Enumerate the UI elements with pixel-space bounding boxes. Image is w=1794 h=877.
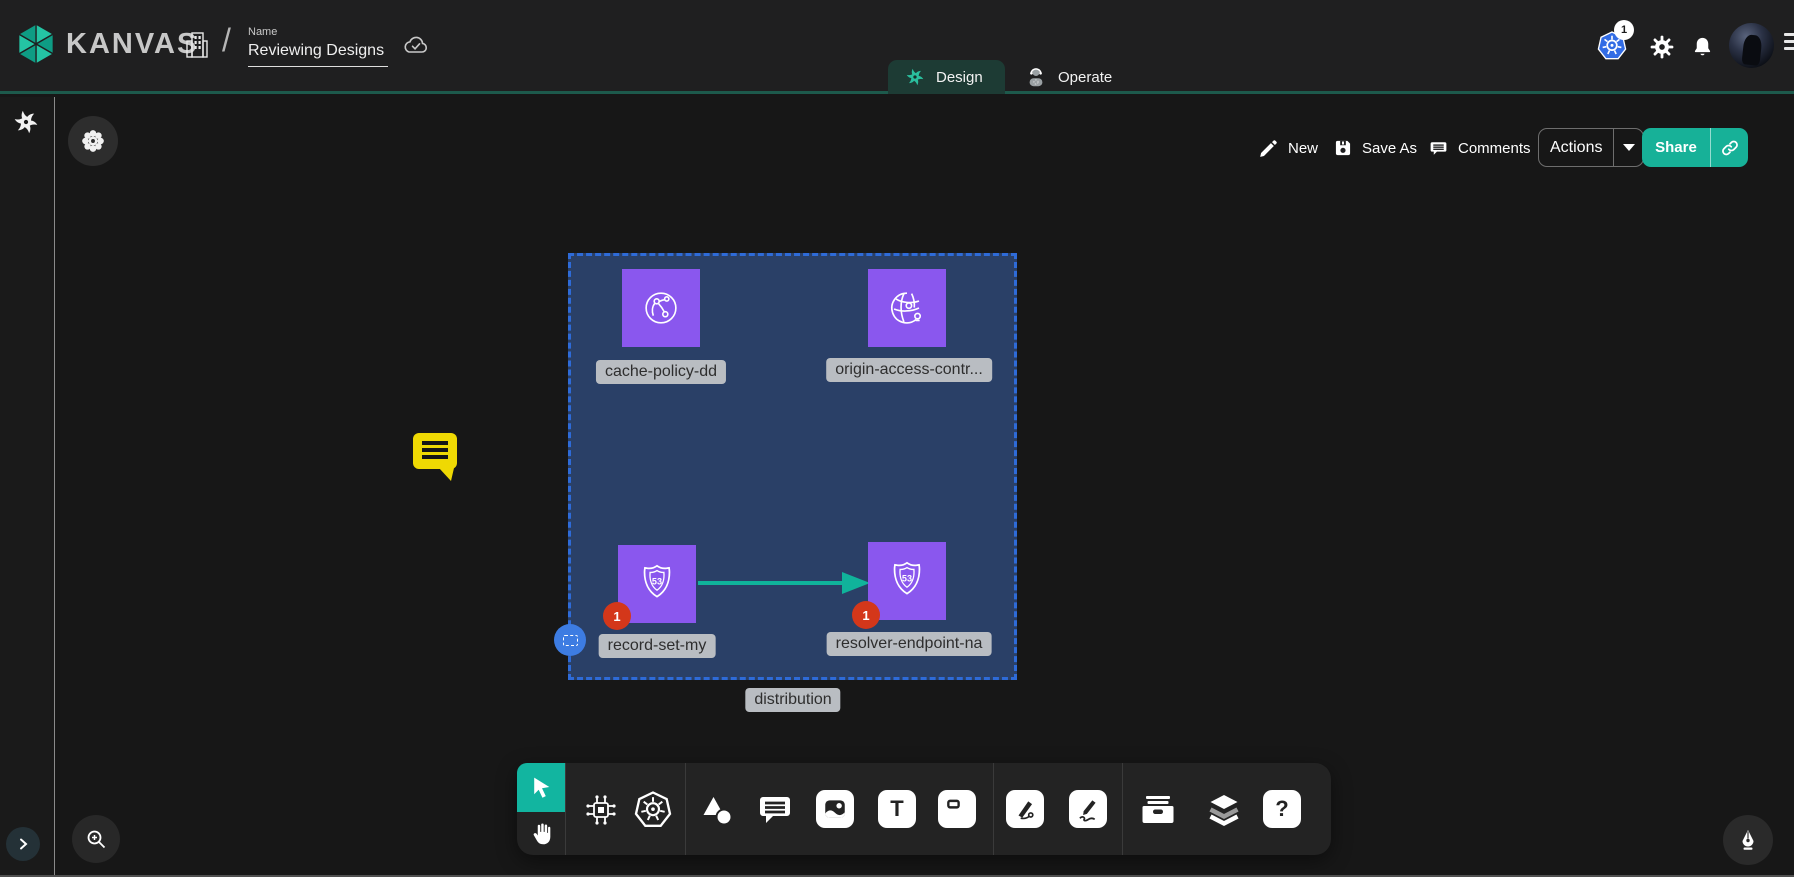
pen-nib-button[interactable]: [1723, 815, 1773, 865]
group-select-handle[interactable]: [554, 624, 586, 656]
new-button[interactable]: New: [1258, 128, 1318, 168]
node-label-record-set: record-set-my: [599, 634, 716, 658]
pen-tool[interactable]: [1006, 790, 1044, 828]
brand-name: KANVAS: [66, 28, 198, 61]
kubernetes-count-badge: 1: [1614, 20, 1634, 40]
node-label-resolver-endpoint: resolver-endpoint-na: [827, 632, 992, 656]
breadcrumb-separator: /: [222, 22, 231, 59]
tab-design[interactable]: Design: [888, 60, 1005, 94]
hand-tool[interactable]: [527, 819, 555, 849]
archive-tool[interactable]: [1138, 790, 1178, 830]
canvas-comment-marker[interactable]: [413, 433, 457, 469]
comment-marker-tail: [439, 468, 454, 481]
group-label-distribution: distribution: [745, 688, 840, 712]
comments-button[interactable]: Comments: [1428, 128, 1531, 168]
node-origin-access-control[interactable]: [868, 269, 946, 347]
name-field-label: Name: [248, 26, 388, 38]
cloud-saved-icon: [402, 34, 430, 56]
pencil-scribble-icon: [1069, 790, 1107, 828]
drawer-icon: [1138, 790, 1178, 830]
top-bar: KANVAS / Name: [0, 0, 1794, 94]
comment-tool[interactable]: [755, 790, 795, 830]
canvas-action-bar: New Save As: [0, 128, 1794, 168]
design-name-input[interactable]: [248, 40, 388, 67]
save-as-button[interactable]: Save As: [1333, 128, 1417, 168]
route53-shield-icon: 53: [634, 561, 680, 607]
floppy-save-icon: [1333, 138, 1353, 158]
connection-arrow: [698, 568, 872, 598]
brand: KANVAS: [14, 22, 198, 66]
left-sidebar: [0, 97, 55, 877]
operator-headset-icon: [1024, 65, 1048, 89]
text-tool[interactable]: T: [878, 790, 916, 828]
design-name-field: Name: [248, 26, 388, 67]
svg-text:53: 53: [902, 573, 912, 583]
question-mark-icon: ?: [1263, 790, 1301, 828]
layers-icon: [1204, 790, 1244, 830]
kubernetes-wheel-icon: [633, 790, 673, 830]
chip-icon: [581, 790, 621, 830]
save-as-button-label: Save As: [1362, 140, 1417, 157]
pencil-icon: [1258, 138, 1279, 159]
zoom-in-button[interactable]: [72, 815, 120, 863]
text-icon: T: [878, 790, 916, 828]
route53-shield-icon: 53: [884, 558, 930, 604]
cursor-arrow-icon: [529, 775, 554, 800]
shapes-icon: [697, 790, 737, 830]
tab-operate[interactable]: Operate: [1008, 60, 1120, 94]
node-badge-record-set[interactable]: 1: [603, 602, 631, 630]
image-icon: [816, 790, 854, 828]
select-tool[interactable]: [517, 763, 565, 812]
sidebar-expand-button[interactable]: [6, 827, 40, 861]
node-label-origin-access-control: origin-access-contr...: [826, 358, 992, 382]
node-resolver-endpoint[interactable]: 53: [868, 542, 946, 620]
menu-hamburger-icon[interactable]: [1784, 33, 1794, 54]
dashed-rect-icon: [563, 635, 578, 646]
card-tool[interactable]: [938, 790, 976, 828]
app-window: KANVAS / Name: [0, 0, 1794, 877]
kanvas-logo-icon: [14, 22, 58, 66]
building-icon[interactable]: [183, 30, 211, 60]
comment-bubble-icon: [755, 790, 795, 830]
magnifier-plus-icon: [84, 827, 108, 851]
node-badge-resolver-endpoint[interactable]: 1: [852, 601, 880, 629]
image-tool[interactable]: [816, 790, 854, 828]
kubernetes-tool[interactable]: [633, 790, 673, 830]
user-avatar[interactable]: [1729, 23, 1774, 68]
new-button-label: New: [1288, 140, 1318, 157]
bottom-toolbar: T: [517, 763, 1331, 855]
tab-design-label: Design: [936, 69, 983, 86]
svg-text:53: 53: [652, 576, 662, 586]
notifications-bell-icon[interactable]: [1691, 35, 1714, 59]
node-label-cache-policy: cache-policy-dd: [596, 360, 726, 384]
infrastructure-tool[interactable]: [581, 790, 621, 830]
pen-path-icon: [1006, 790, 1044, 828]
design-swirl-icon: [904, 66, 926, 88]
card-icon: [938, 790, 976, 828]
shapes-tool[interactable]: [697, 790, 737, 830]
node-cache-policy[interactable]: [622, 269, 700, 347]
tab-operate-label: Operate: [1058, 69, 1112, 86]
pen-nib-icon: [1736, 828, 1760, 852]
draw-tool[interactable]: [1069, 790, 1107, 828]
help-tool[interactable]: ?: [1263, 790, 1301, 828]
cloudfront-globe-icon: [638, 285, 684, 331]
settings-gear-icon[interactable]: [1649, 34, 1675, 60]
layers-tool[interactable]: [1204, 790, 1244, 830]
comments-button-label: Comments: [1458, 140, 1531, 157]
comments-bubble-icon: [1428, 138, 1449, 159]
origin-access-globe-icon: [884, 285, 930, 331]
hand-icon: [528, 820, 554, 848]
